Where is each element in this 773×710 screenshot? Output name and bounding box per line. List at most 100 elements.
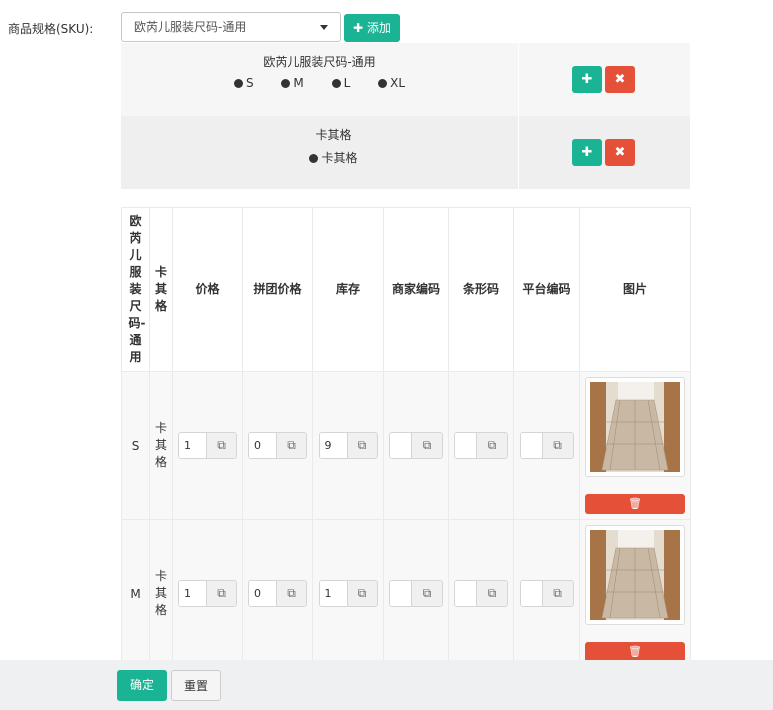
copy-icon[interactable]: ⧉ [347, 581, 377, 606]
copy-icon[interactable]: ⧉ [412, 433, 442, 458]
close-icon: ✖ [614, 145, 626, 160]
sku-select[interactable]: 欧芮儿服装尺码-通用 [121, 12, 341, 42]
bullet-icon [378, 79, 388, 88]
column-header-size: 欧芮儿服装尺码-通用 [121, 207, 150, 372]
cell-group-price: 0 ⧉ [242, 371, 313, 520]
trash-icon: 🗑 [628, 645, 642, 658]
stock-input[interactable]: 9 [319, 433, 348, 458]
spec-title: 卡其格 [315, 128, 352, 142]
confirm-button[interactable]: 确定 [117, 670, 167, 701]
bullet-icon [233, 79, 243, 88]
platform-code-input[interactable] [520, 433, 543, 458]
spec-values: S M L XL [121, 76, 518, 90]
skirt-image [590, 382, 680, 472]
cell-size: S [121, 371, 150, 520]
price-input[interactable]: 1 [179, 433, 207, 458]
cell-merchant-code: ⧉ [383, 371, 449, 520]
plus-icon: ✚ [353, 21, 364, 35]
platform-code-input[interactable] [520, 581, 543, 606]
plus-icon: ✚ [581, 72, 593, 87]
reset-button[interactable]: 重置 [171, 670, 221, 701]
add-spec-button[interactable]: ✚ 添加 [344, 14, 400, 42]
bullet-icon [281, 79, 291, 88]
group-price-input-group: 0 ⧉ [248, 432, 307, 459]
cell-size: M [121, 519, 150, 668]
price-input-group: 1 ⧉ [178, 580, 237, 607]
trash-icon: 🗑 [628, 497, 642, 510]
copy-icon[interactable]: ⧉ [347, 433, 377, 458]
close-icon: ✖ [614, 72, 626, 87]
stock-input-group: 1 ⧉ [318, 580, 378, 607]
spec-value-item: L [331, 76, 350, 90]
add-spec-label: 添加 [366, 21, 391, 35]
delete-image-button[interactable]: 🗑 [585, 494, 685, 514]
copy-icon[interactable]: ⧉ [477, 433, 507, 458]
remove-spec-button[interactable]: ✖ [605, 139, 635, 166]
add-spec-value-button[interactable]: ✚ [572, 139, 602, 166]
barcode-input[interactable] [455, 433, 477, 458]
column-header-color: 卡其格 [149, 207, 173, 372]
copy-icon[interactable]: ⧉ [412, 581, 442, 606]
price-input[interactable]: 1 [179, 581, 207, 606]
cell-image: 🗑 [579, 519, 691, 668]
chevron-down-icon [320, 25, 328, 30]
remove-spec-button[interactable]: ✖ [605, 66, 635, 93]
cell-stock: 9 ⧉ [312, 371, 384, 520]
add-spec-value-button[interactable]: ✚ [572, 66, 602, 93]
plus-icon: ✚ [581, 145, 593, 160]
sku-select-value: 欧芮儿服装尺码-通用 [134, 20, 247, 34]
product-image[interactable] [585, 525, 685, 625]
copy-icon[interactable]: ⧉ [542, 581, 573, 606]
divider [518, 116, 519, 189]
spec-title: 欧芮儿服装尺码-通用 [263, 55, 376, 69]
cell-group-price: 0 ⧉ [242, 519, 313, 668]
stock-input[interactable]: 1 [319, 581, 348, 606]
copy-icon[interactable]: ⧉ [542, 433, 573, 458]
stock-input-group: 9 ⧉ [318, 432, 378, 459]
column-header-group-price: 拼团价格 [242, 207, 313, 372]
barcode-input-group: ⧉ [454, 580, 508, 607]
form-footer: 确定 重置 [0, 660, 773, 710]
table-row: M 卡其格 1 ⧉ 0 ⧉ 1 ⧉ ⧉ ⧉ ⧉ 🗑 [121, 519, 691, 668]
cell-merchant-code: ⧉ [383, 519, 449, 668]
cell-barcode: ⧉ [448, 519, 514, 668]
cell-price: 1 ⧉ [172, 519, 243, 668]
group-price-input[interactable]: 0 [249, 581, 277, 606]
cell-stock: 1 ⧉ [312, 519, 384, 668]
column-header-stock: 库存 [312, 207, 384, 372]
copy-icon[interactable]: ⧉ [277, 433, 306, 458]
merchant-code-input[interactable] [390, 433, 412, 458]
bullet-icon [309, 154, 319, 163]
spec-panel-color: 卡其格 卡其格 ✚ ✖ [121, 116, 690, 189]
spec-value-item: S [233, 76, 254, 90]
cell-color: 卡其格 [149, 519, 173, 668]
divider [518, 43, 519, 116]
spec-panel-size: 欧芮儿服装尺码-通用 S M L XL ✚ ✖ [121, 43, 690, 116]
copy-icon[interactable]: ⧉ [207, 433, 236, 458]
platform-code-input-group: ⧉ [519, 580, 574, 607]
cell-image: 🗑 [579, 371, 691, 520]
column-header-platform-code: 平台编码 [513, 207, 580, 372]
spec-values: 卡其格 [135, 149, 532, 166]
copy-icon[interactable]: ⧉ [477, 581, 507, 606]
table-header-row: 欧芮儿服装尺码-通用 卡其格 价格 拼团价格 库存 商家编码 条形码 平台编码 … [121, 207, 691, 372]
barcode-input[interactable] [455, 581, 477, 606]
merchant-code-input[interactable] [390, 581, 412, 606]
cell-platform-code: ⧉ [513, 519, 580, 668]
sku-table: 欧芮儿服装尺码-通用 卡其格 价格 拼团价格 库存 商家编码 条形码 平台编码 … [121, 207, 691, 668]
copy-icon[interactable]: ⧉ [207, 581, 236, 606]
merchant-code-input-group: ⧉ [389, 432, 443, 459]
barcode-input-group: ⧉ [454, 432, 508, 459]
product-image[interactable] [585, 377, 685, 477]
cell-platform-code: ⧉ [513, 371, 580, 520]
column-header-merchant-code: 商家编码 [383, 207, 449, 372]
sku-field-label: 商品规格(SKU): [8, 22, 94, 36]
delete-image-button[interactable]: 🗑 [585, 642, 685, 662]
copy-icon[interactable]: ⧉ [277, 581, 306, 606]
group-price-input[interactable]: 0 [249, 433, 277, 458]
column-header-image: 图片 [579, 207, 691, 372]
cell-price: 1 ⧉ [172, 371, 243, 520]
table-row: S 卡其格 1 ⧉ 0 ⧉ 9 ⧉ ⧉ ⧉ ⧉ 🗑 [121, 371, 691, 520]
cell-barcode: ⧉ [448, 371, 514, 520]
merchant-code-input-group: ⧉ [389, 580, 443, 607]
